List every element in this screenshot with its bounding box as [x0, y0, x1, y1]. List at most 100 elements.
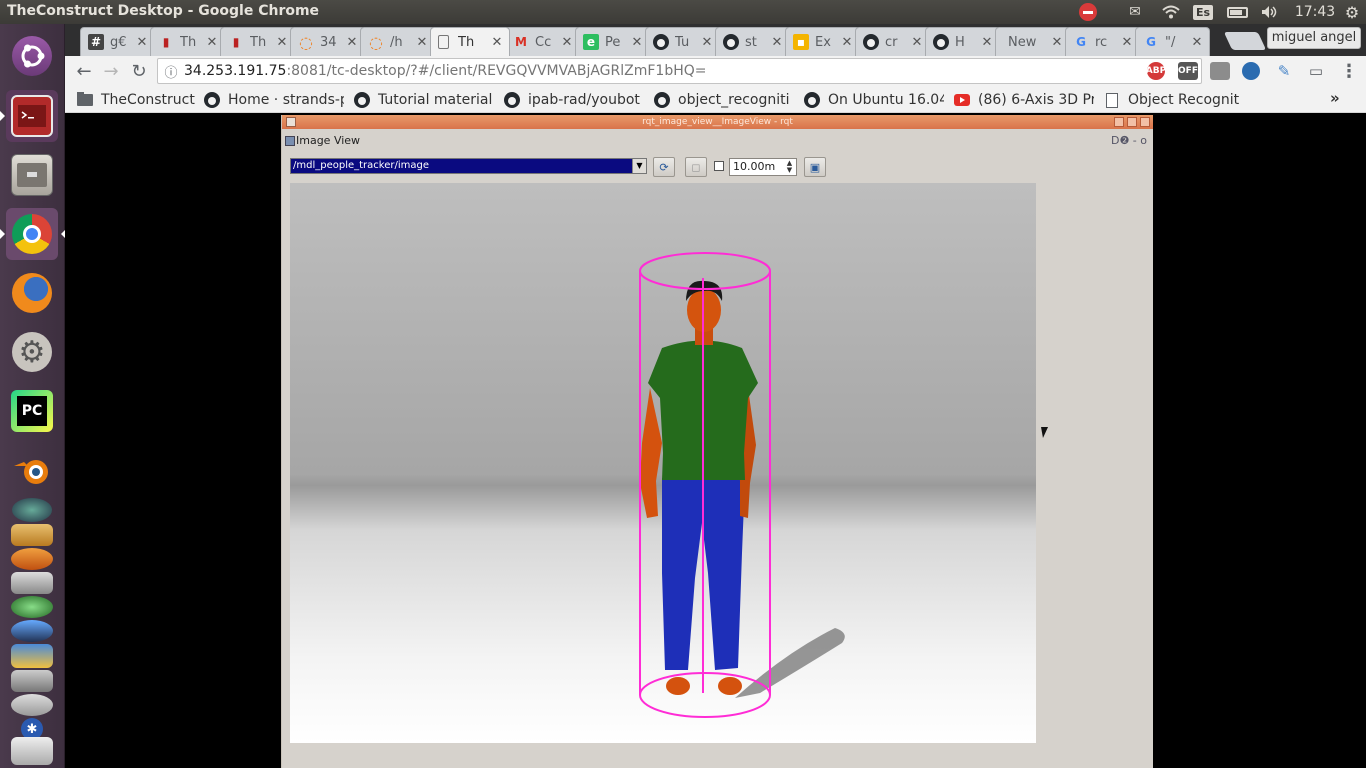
close-icon[interactable]: ✕	[559, 35, 575, 50]
close-icon[interactable]: ✕	[1119, 35, 1135, 50]
terminal-icon[interactable]	[0, 90, 58, 142]
off-toggle-icon[interactable]: OFF	[1178, 62, 1198, 80]
tab-3[interactable]: ▮ Th ✕	[220, 27, 295, 56]
app-icon-8[interactable]	[6, 668, 58, 694]
image-view-canvas[interactable]	[290, 183, 1036, 743]
bookmark-label: On Ubuntu 16.04	[828, 92, 944, 108]
close-icon[interactable]: ✕	[909, 35, 925, 50]
blender-icon[interactable]	[6, 444, 58, 496]
adblock-plus-icon[interactable]: ABP	[1146, 62, 1166, 80]
save-image-button[interactable]: ▣	[804, 157, 826, 177]
app-icon-4[interactable]	[6, 570, 58, 596]
close-icon[interactable]: ✕	[489, 35, 505, 50]
app-icon-3[interactable]	[6, 546, 58, 572]
wifi-icon[interactable]	[1160, 2, 1182, 22]
close-icon[interactable]: ✕	[1049, 35, 1065, 50]
chrome-icon[interactable]	[0, 208, 66, 260]
person-left-foot	[666, 677, 690, 695]
bookmark-label: Home · strands-p	[228, 92, 344, 108]
close-icon[interactable]: ✕	[769, 35, 785, 50]
tab-1[interactable]: # g€ ✕	[80, 27, 155, 56]
new-tab-button[interactable]	[1223, 32, 1267, 50]
close-icon[interactable]: ✕	[134, 35, 150, 50]
color-picker-icon[interactable]: ✎	[1274, 62, 1294, 80]
app-icon-9[interactable]	[6, 692, 58, 718]
tab-15[interactable]: G rc ✕	[1065, 27, 1140, 56]
tab-2[interactable]: ▮ Th ✕	[150, 27, 225, 56]
firefox-icon[interactable]	[6, 267, 58, 319]
bookmark-ubuntu[interactable]: On Ubuntu 16.04	[804, 90, 944, 110]
profile-button[interactable]: miguel angel	[1267, 27, 1361, 49]
mail-icon[interactable]: ✉	[1124, 2, 1146, 22]
window-menu-icon[interactable]	[286, 117, 296, 127]
bookmark-tutorial-material[interactable]: Tutorial material	[354, 90, 494, 110]
close-icon[interactable]: ✕	[344, 35, 360, 50]
smooth-scaling-checkbox[interactable]	[714, 161, 724, 171]
address-bar[interactable]: ⓘ 34.253.191.75:8081/tc-desktop/?#/clien…	[157, 58, 1202, 84]
app-icon-2[interactable]	[6, 522, 58, 548]
cast-icon[interactable]: ▭	[1306, 62, 1326, 80]
battery-icon[interactable]	[1225, 2, 1249, 22]
zoom-button[interactable]: ◻	[685, 157, 707, 177]
close-icon[interactable]: ✕	[629, 35, 645, 50]
keyboard-layout-indicator[interactable]: Es	[1192, 2, 1214, 22]
tab-16[interactable]: G "/ ✕	[1135, 27, 1210, 56]
refresh-topics-button[interactable]: ⟳	[653, 157, 675, 177]
menu-dots-icon[interactable]: ⋮	[1339, 61, 1359, 82]
message-extension-icon[interactable]	[1210, 62, 1230, 80]
app-icon-10[interactable]	[6, 734, 58, 768]
bookmark-strands[interactable]: Home · strands-p	[204, 90, 344, 110]
tab-8[interactable]: e Pe ✕	[575, 27, 650, 56]
app-icon-5[interactable]	[6, 594, 58, 620]
bookmark-youbot[interactable]: ipab-rad/youbot	[504, 90, 644, 110]
tab-13[interactable]: H ✕	[925, 27, 1000, 56]
volume-icon[interactable]	[1258, 2, 1282, 22]
spin-arrows-icon[interactable]: ▲ ▼	[784, 160, 795, 174]
tab-9[interactable]: Tu ✕	[645, 27, 720, 56]
close-icon[interactable]: ✕	[839, 35, 855, 50]
close-icon[interactable]: ✕	[274, 35, 290, 50]
close-icon[interactable]: ✕	[979, 35, 995, 50]
topic-dropdown[interactable]: /mdl_people_tracker/image ▼	[290, 158, 647, 174]
tab-11[interactable]: ▪ Ex ✕	[785, 27, 860, 56]
timeout-spinbox[interactable]: 10.00m ▲ ▼	[729, 158, 797, 176]
ubuntu-dash-icon[interactable]	[6, 30, 58, 82]
close-icon[interactable]: ✕	[414, 35, 430, 50]
system-settings-icon[interactable]: ⚙	[6, 326, 58, 378]
app-icon-6[interactable]	[6, 618, 58, 644]
chevron-down-icon[interactable]: ▼	[632, 159, 646, 173]
tab-5[interactable]: ◌ /h ✕	[360, 27, 435, 56]
info-icon[interactable]: ⓘ	[158, 62, 184, 81]
bookmarks-overflow-chevron[interactable]: »	[1330, 89, 1340, 107]
bookmark-label: ipab-rad/youbot	[528, 92, 640, 108]
back-arrow-icon[interactable]: ←	[72, 59, 96, 83]
app-icon-1[interactable]	[6, 496, 58, 524]
close-icon[interactable]: ✕	[1189, 35, 1205, 50]
pycharm-icon[interactable]: PC	[6, 385, 58, 437]
eye-extension-icon[interactable]	[1242, 62, 1260, 80]
file-manager-icon[interactable]	[6, 149, 58, 201]
tab-12[interactable]: cr ✕	[855, 27, 930, 56]
tab-7[interactable]: M Cc ✕	[505, 27, 580, 56]
minimize-icon[interactable]	[1114, 117, 1124, 127]
reload-icon[interactable]: ↻	[127, 59, 151, 83]
stop-icon[interactable]	[1078, 2, 1098, 22]
tab-4[interactable]: ◌ 34 ✕	[290, 27, 365, 56]
app-icon-7[interactable]	[6, 642, 58, 670]
bookmark-youtube[interactable]: (86) 6-Axis 3D Pr	[954, 90, 1094, 110]
tab-14[interactable]: New ✕	[995, 27, 1070, 56]
bookmark-theconstruct[interactable]: TheConstruct	[77, 90, 205, 110]
bookmark-object-recognition[interactable]: object_recogniti	[654, 90, 794, 110]
close-icon[interactable]	[1140, 117, 1150, 127]
tab-6-active[interactable]: Th ✕	[430, 27, 510, 56]
plugin-controls[interactable]: D❷ - o	[1111, 134, 1147, 147]
remote-desktop-page: rqt_image_view__ImageView - rqt Image Vi…	[65, 114, 1366, 768]
bookmark-object-recognit[interactable]: Object Recognit	[1104, 90, 1244, 110]
close-icon[interactable]: ✕	[204, 35, 220, 50]
gear-icon[interactable]: ⚙	[1341, 2, 1363, 22]
tab-10[interactable]: st ✕	[715, 27, 790, 56]
forward-arrow-icon[interactable]: →	[99, 59, 123, 83]
close-icon[interactable]: ✕	[699, 35, 715, 50]
clock[interactable]: 17:43	[1290, 2, 1340, 22]
maximize-icon[interactable]	[1127, 117, 1137, 127]
